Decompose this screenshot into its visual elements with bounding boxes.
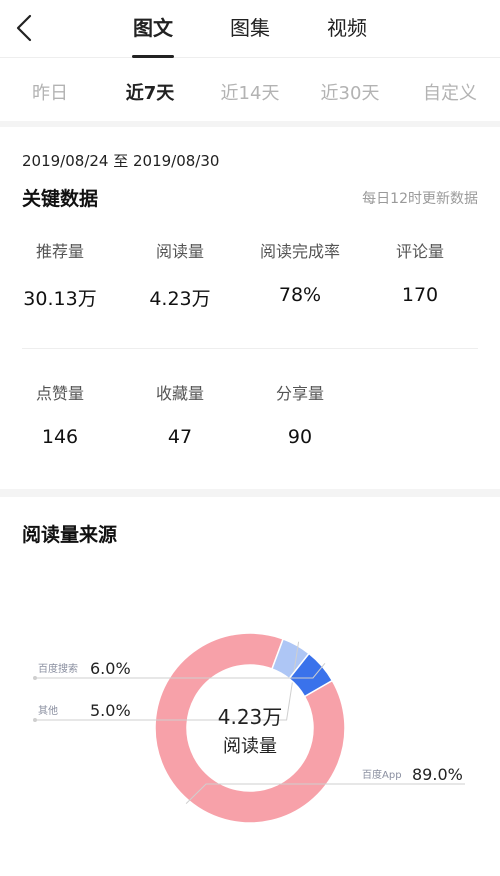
slice-percent-label: 6.0% [90, 659, 131, 678]
metric-label: 评论量 [395, 242, 444, 261]
period-7-days[interactable]: 近7天 [126, 79, 175, 105]
metric-value: 170 [401, 284, 439, 306]
metric-reads: 阅读量 4.23万 [120, 238, 240, 311]
donut-center-value: 4.23万 [218, 705, 283, 729]
date-range: 2019/08/24 至 2019/08/30 [22, 152, 220, 170]
slice-percent-label: 89.0% [412, 765, 463, 784]
section-separator [0, 489, 500, 497]
metric-label: 分享量 [275, 384, 324, 403]
slice-percent-label: 5.0% [90, 701, 131, 720]
read-source-title: 阅读量来源 [22, 524, 118, 546]
metric-label: 点赞量 [35, 384, 84, 403]
metrics-divider [22, 348, 478, 349]
metric-comments: 评论量 170 [360, 238, 480, 306]
tab-gallery[interactable]: 图集 [230, 12, 270, 41]
period-30-days[interactable]: 近30天 [321, 79, 380, 105]
period-yesterday[interactable]: 昨日 [32, 79, 68, 105]
period-custom[interactable]: 自定义 [423, 79, 477, 105]
metric-likes: 点赞量 146 [0, 380, 120, 448]
metric-label: 收藏量 [155, 384, 204, 403]
donut-center-label: 阅读量 [223, 736, 277, 757]
top-nav-bar: 图文 图集 视频 [0, 0, 500, 58]
leader-dot [33, 676, 37, 680]
metric-label: 推荐量 [35, 242, 84, 261]
metric-value: 30.13万 [23, 288, 97, 310]
metric-value: 146 [41, 426, 79, 448]
slice-name-label: 百度搜索 [38, 662, 78, 675]
metric-value: 90 [287, 426, 313, 448]
metric-label: 阅读量 [155, 242, 204, 261]
key-data-title: 关键数据 [22, 188, 99, 210]
active-tab-indicator [132, 55, 174, 58]
metric-value: 4.23万 [149, 288, 211, 310]
slice-name-label: 百度App [362, 768, 402, 781]
period-selector: 昨日 近7天 近14天 近30天 自定义 [0, 59, 500, 121]
read-source-donut-chart: 百度App 89.0% 其他 5.0% 百度搜索 6.0% 4.23万阅读量 [33, 632, 465, 824]
slice-name-label: 其他 [38, 704, 58, 717]
tab-video[interactable]: 视频 [327, 12, 367, 41]
metric-favorites: 收藏量 47 [120, 380, 240, 448]
metric-read-completion: 阅读完成率 78% [240, 238, 360, 306]
update-note: 每日12时更新数据 [362, 191, 478, 207]
content-type-tabs: 图文 图集 视频 [0, 0, 500, 58]
period-14-days[interactable]: 近14天 [221, 79, 280, 105]
metric-label: 阅读完成率 [259, 242, 340, 261]
metric-value: 47 [167, 426, 193, 448]
metric-shares: 分享量 90 [240, 380, 360, 448]
metric-recommendations: 推荐量 30.13万 [0, 238, 120, 311]
leader-dot [33, 718, 37, 722]
tab-articles[interactable]: 图文 [133, 12, 173, 41]
metric-value: 78% [278, 284, 322, 306]
